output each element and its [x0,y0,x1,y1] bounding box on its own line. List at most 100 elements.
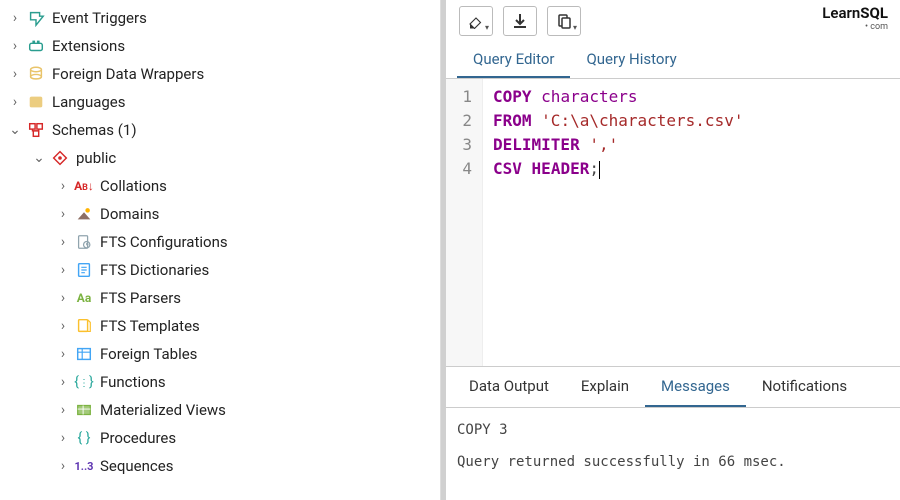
message-line: COPY 3 [457,422,884,438]
tree-item-fts-config[interactable]: › FTS Configurations [0,228,440,256]
message-line: Query returned successfully in 66 msec. [457,454,884,470]
matviews-icon [74,400,94,420]
code-token: 'C:\a\characters.csv' [541,111,743,130]
code-area[interactable]: COPY charactersFROM 'C:\a\characters.csv… [483,79,753,366]
chevron-right-icon[interactable]: › [56,459,70,473]
chevron-right-icon[interactable]: › [56,431,70,445]
text-cursor [599,161,600,179]
tree-item-collations[interactable]: ›AB↓Collations [0,172,440,200]
tree-item-fts-parsers[interactable]: ›AaFTS Parsers [0,284,440,312]
tree-label: Materialized Views [100,401,226,419]
tree-label: Sequences [100,457,173,475]
schema-public-icon [50,148,70,168]
code-token [580,135,590,154]
eraser-icon [467,13,485,29]
languages-icon [26,92,46,112]
tree-label: Domains [100,205,159,223]
chevron-right-icon[interactable]: › [8,67,22,81]
code-token [532,87,542,106]
fts-parsers-icon: Aa [74,288,94,308]
tree-item-languages[interactable]: › Languages [0,88,440,116]
chevron-right-icon[interactable]: › [56,235,70,249]
line-number: 3 [445,133,472,157]
chevron-down-icon[interactable]: ⌄ [8,123,22,137]
fts-templates-icon [74,316,94,336]
tree-item-event-triggers[interactable]: › Event Triggers [0,4,440,32]
chevron-down-icon: ▾ [485,23,489,32]
tree-label: FTS Configurations [100,233,228,251]
code-line[interactable]: DELIMITER ',' [493,133,743,157]
line-number: 4 [445,157,472,181]
schemas-icon [26,120,46,140]
tree-label: Languages [52,93,126,111]
tree-item-fts-dict[interactable]: › FTS Dictionaries [0,256,440,284]
output-tabs: Data OutputExplainMessagesNotifications [441,366,900,408]
chevron-right-icon[interactable]: › [56,291,70,305]
pane-resize-handle[interactable] [441,0,446,500]
tree-label: Procedures [100,429,176,447]
tree-label: Foreign Data Wrappers [52,65,204,83]
tree-label: Event Triggers [52,9,147,27]
tree-item-foreign-tables[interactable]: › Foreign Tables [0,340,440,368]
functions-icon: {⋮} [74,372,94,392]
tab-query-history[interactable]: Query History [570,42,692,78]
fdw-icon [26,64,46,84]
tree-item-domains[interactable]: › Domains [0,200,440,228]
code-line[interactable]: CSV HEADER; [493,157,743,181]
code-token [522,159,532,178]
tree-item-procedures[interactable]: ›{ }Procedures [0,424,440,452]
chevron-down-icon: ▾ [573,23,577,32]
object-browser-sidebar[interactable]: ›Event Triggers›Extensions›Foreign Data … [0,0,440,500]
erase-button[interactable]: ▾ [459,6,493,36]
tree-item-sequences[interactable]: › 1..3 Sequences [0,452,440,480]
code-token: DELIMITER [493,135,580,154]
tree-item-schema-public[interactable]: ⌄public [0,144,440,172]
download-button[interactable] [503,6,537,36]
line-number-gutter: 1234 [441,79,483,366]
chevron-right-icon[interactable]: › [56,319,70,333]
output-tab-messages[interactable]: Messages [645,367,746,407]
code-line[interactable]: FROM 'C:\a\characters.csv' [493,109,743,133]
chevron-right-icon[interactable]: › [56,403,70,417]
tree-label: Collations [100,177,167,195]
tab-query-editor[interactable]: Query Editor [457,42,570,78]
chevron-right-icon[interactable]: › [8,11,22,25]
code-token: characters [541,87,637,106]
paste-button[interactable]: ▾ [547,6,581,36]
output-tab-explain[interactable]: Explain [565,367,645,407]
sequences-icon: 1..3 [74,456,94,476]
tree-item-matviews[interactable]: › Materialized Views [0,396,440,424]
chevron-right-icon[interactable]: › [56,347,70,361]
tree-item-extensions[interactable]: ›Extensions [0,32,440,60]
query-tool-panel: ▾ ▾ LearnSQL • com Query EditorQuery His… [440,0,900,500]
chevron-right-icon[interactable]: › [56,375,70,389]
download-icon [512,13,528,29]
tree-item-fdw[interactable]: › Foreign Data Wrappers [0,60,440,88]
code-token [532,111,542,130]
chevron-right-icon[interactable]: › [8,39,22,53]
chevron-right-icon[interactable]: › [56,263,70,277]
code-token: COPY [493,87,532,106]
tree-label: Schemas (1) [52,121,137,139]
tree-item-schemas[interactable]: ⌄ Schemas (1) [0,116,440,144]
domains-icon [74,204,94,224]
line-number: 1 [445,85,472,109]
query-toolbar: ▾ ▾ LearnSQL • com [441,0,900,42]
sql-editor[interactable]: 1234 COPY charactersFROM 'C:\a\character… [441,79,900,366]
tree-item-fts-templates[interactable]: ›FTS Templates [0,312,440,340]
code-line[interactable]: COPY characters [493,85,743,109]
line-number: 2 [445,109,472,133]
chevron-right-icon[interactable]: › [8,95,22,109]
output-tab-data-output[interactable]: Data Output [453,367,565,407]
tree-label: FTS Dictionaries [100,261,209,279]
tree-label: Foreign Tables [100,345,197,363]
code-token: ',' [589,135,618,154]
fts-dict-icon [74,260,94,280]
code-token: ; [589,159,599,178]
chevron-right-icon[interactable]: › [56,179,70,193]
code-token: HEADER [532,159,590,178]
output-tab-notifications[interactable]: Notifications [746,367,863,407]
chevron-down-icon[interactable]: ⌄ [32,151,46,165]
tree-item-functions[interactable]: ›{⋮}Functions [0,368,440,396]
chevron-right-icon[interactable]: › [56,207,70,221]
